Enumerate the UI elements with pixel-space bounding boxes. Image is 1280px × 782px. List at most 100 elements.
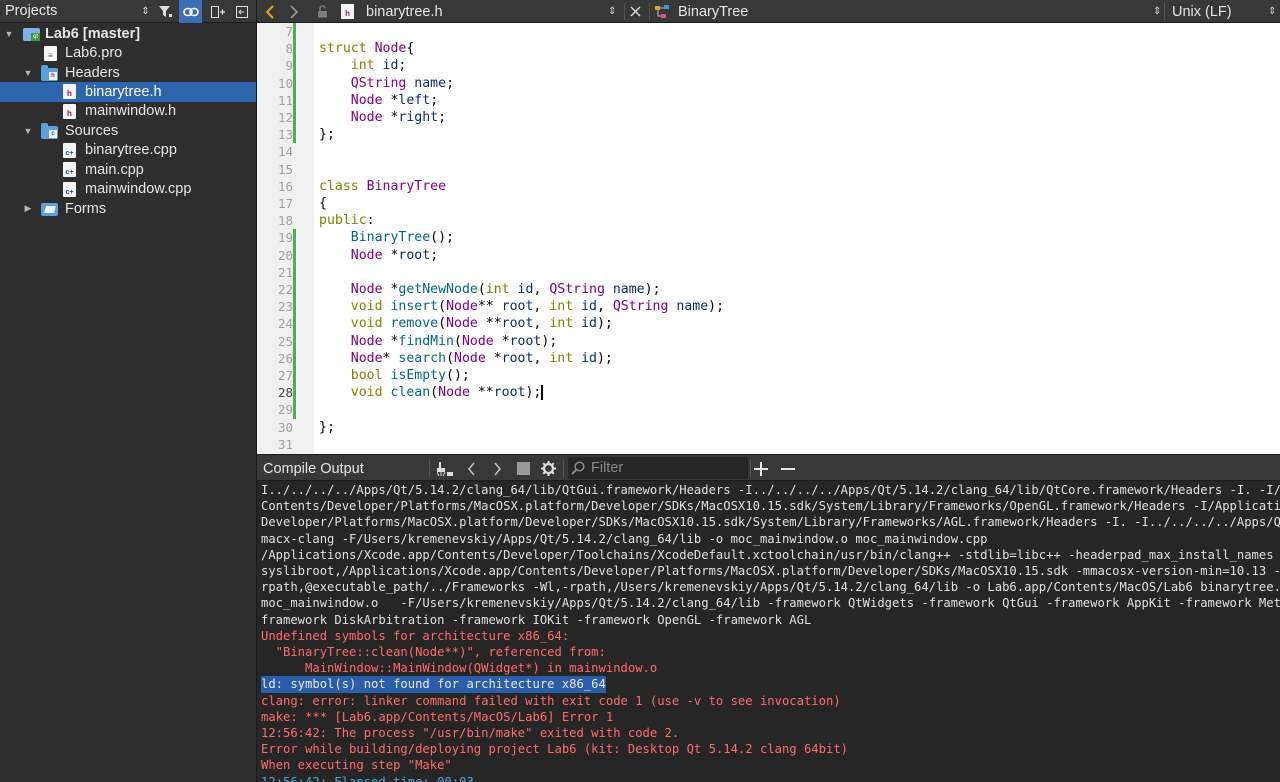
close-file-icon[interactable] bbox=[630, 0, 641, 23]
headers-folder-icon: h bbox=[41, 65, 58, 81]
line-number: 23 bbox=[277, 299, 293, 315]
line-number: 19 bbox=[277, 230, 293, 246]
code-line[interactable]: Node *right; bbox=[319, 109, 446, 126]
forward-arrow-icon[interactable] bbox=[289, 0, 299, 23]
code-line[interactable]: struct Node{ bbox=[319, 40, 414, 57]
back-arrow-icon[interactable] bbox=[265, 0, 275, 23]
current-file-name[interactable]: binarytree.h bbox=[366, 0, 443, 23]
code-line[interactable]: Node* search(Node *root, int id); bbox=[319, 350, 613, 367]
code-line[interactable]: Node *left; bbox=[319, 92, 438, 109]
cpp-file-icon: c+ bbox=[63, 142, 76, 158]
code-line[interactable]: }; bbox=[319, 126, 335, 143]
output-pane-title[interactable]: Compile Output bbox=[263, 455, 364, 482]
output-line[interactable]: syslibroot,/Applications/Xcode.app/Conte… bbox=[261, 563, 1280, 579]
tree-item-headers[interactable]: ▼ h Headers bbox=[0, 63, 256, 83]
pro-file-icon: ≡ bbox=[44, 45, 57, 61]
code-line[interactable]: BinaryTree(); bbox=[319, 229, 454, 246]
tree-item-mainwindow-h[interactable]: h mainwindow.h bbox=[0, 102, 256, 122]
code-line[interactable]: Node *root; bbox=[319, 247, 438, 264]
symbol-class-icon bbox=[655, 0, 671, 23]
code-line[interactable]: void clean(Node **root); bbox=[319, 384, 543, 401]
output-line[interactable]: /Applications/Xcode.app/Contents/Develop… bbox=[261, 547, 1280, 563]
code-line[interactable]: void insert(Node** root, int id, QString… bbox=[319, 298, 724, 315]
header-file-icon: h bbox=[63, 103, 76, 119]
tree-item-project-lab6[interactable]: ▼ Lab6 [master] bbox=[0, 24, 256, 44]
code-line[interactable]: class BinaryTree bbox=[319, 178, 446, 195]
code-line[interactable]: { bbox=[319, 195, 327, 212]
line-ending-selector[interactable]: Unix (LF) bbox=[1172, 0, 1232, 23]
split-view-icon[interactable] bbox=[206, 0, 229, 23]
link-with-editor-icon[interactable] bbox=[179, 0, 202, 23]
tree-item-sources[interactable]: ▼ c Sources bbox=[0, 121, 256, 141]
line-number: 25 bbox=[277, 333, 293, 349]
tree-item-binarytree-h[interactable]: h binarytree.h bbox=[0, 82, 256, 102]
tree-item-label: Lab6.pro bbox=[65, 45, 123, 62]
zoom-in-plus-icon[interactable] bbox=[754, 455, 768, 482]
code-line[interactable]: bool isEmpty(); bbox=[319, 367, 470, 384]
expand-right-icon[interactable]: ▶ bbox=[23, 203, 33, 214]
expand-down-icon[interactable]: ▼ bbox=[23, 126, 33, 136]
filter-input[interactable]: Filter bbox=[568, 457, 748, 479]
tree-item-label: Lab6 [master] bbox=[45, 25, 141, 42]
close-sidebar-icon[interactable] bbox=[230, 0, 253, 23]
tree-item-main-cpp[interactable]: c+ main.cpp bbox=[0, 160, 256, 180]
tree-item-lab6-pro[interactable]: ≡ Lab6.pro bbox=[0, 44, 256, 64]
code-line[interactable]: void remove(Node **root, int id); bbox=[319, 315, 613, 332]
output-error-line[interactable]: "BinaryTree::clean(Node**)", referenced … bbox=[261, 644, 606, 660]
code-line[interactable]: int id; bbox=[319, 57, 407, 74]
tree-item-mainwindow-cpp[interactable]: c+ mainwindow.cpp bbox=[0, 180, 256, 200]
zoom-out-minus-icon[interactable] bbox=[781, 455, 795, 482]
output-line[interactable]: I../../../../Apps/Qt/5.14.2/clang_64/lib… bbox=[261, 482, 1280, 498]
line-ending-dropdown-icon[interactable]: ⇕ bbox=[1268, 0, 1276, 23]
sidebar-title: Projects bbox=[5, 3, 58, 19]
current-symbol[interactable]: BinaryTree bbox=[678, 0, 748, 23]
code-editor[interactable]: 7 8 9 10 11 12 13 14 15 16 17 18 19 20 21 22 23 24 25 26 27 2… bbox=[257, 23, 1280, 454]
output-error-line[interactable]: ld: symbol(s) not found for architecture… bbox=[261, 676, 606, 693]
line-number: 12 bbox=[277, 110, 293, 125]
output-error-line[interactable]: Undefined symbols for architecture x86_6… bbox=[261, 628, 569, 644]
code-line[interactable]: QString name; bbox=[319, 75, 454, 92]
file-dropdown-icon[interactable]: ⇕ bbox=[608, 0, 616, 23]
output-line[interactable]: rpath,@executable_path/../Frameworks -Wl… bbox=[261, 579, 1280, 595]
output-line[interactable]: framework DiskArbitration -framework IOK… bbox=[261, 612, 811, 628]
filter-icon[interactable] bbox=[154, 0, 177, 23]
text-cursor bbox=[541, 384, 543, 400]
symbol-dropdown-icon[interactable]: ⇕ bbox=[1153, 0, 1161, 23]
output-line[interactable]: macx-clang -F/Users/kremenevskiy/Apps/Qt… bbox=[261, 531, 987, 547]
output-line[interactable]: moc_mainwindow.o -F/Users/kremenevskiy/A… bbox=[261, 595, 1280, 611]
tree-item-label: Headers bbox=[65, 64, 120, 81]
output-error-line[interactable]: MainWindow::MainWindow(QWidget*) in main… bbox=[261, 660, 657, 676]
code-line[interactable]: Node *findMin(Node *root); bbox=[319, 333, 558, 350]
header-file-icon: h bbox=[341, 0, 354, 23]
output-error-line[interactable]: Error while building/deploying project L… bbox=[261, 741, 848, 757]
settings-gear-icon[interactable] bbox=[541, 455, 556, 482]
code-line[interactable]: public: bbox=[319, 212, 375, 229]
code-line[interactable]: }; bbox=[319, 419, 335, 436]
output-error-line[interactable]: make: *** [Lab6.app/Contents/MacOS/Lab6]… bbox=[261, 709, 613, 725]
output-line[interactable]: 12:56:42: Elapsed time: 00:03. bbox=[261, 774, 481, 782]
tree-item-forms[interactable]: ▶ Forms bbox=[0, 199, 256, 219]
qt-project-icon bbox=[23, 28, 40, 41]
output-error-line[interactable]: When executing step "Make" bbox=[261, 757, 452, 773]
tree-item-binarytree-cpp[interactable]: c+ binarytree.cpp bbox=[0, 141, 256, 161]
line-number: 14 bbox=[277, 144, 293, 160]
line-number: 29 bbox=[277, 402, 293, 418]
code-line[interactable]: Node *getNewNode(int id, QString name); bbox=[319, 281, 661, 298]
next-item-icon[interactable] bbox=[493, 455, 502, 482]
expand-down-icon[interactable]: ▼ bbox=[23, 68, 33, 78]
line-number: 18 bbox=[277, 213, 293, 229]
line-number: 20 bbox=[277, 247, 293, 263]
stop-icon[interactable] bbox=[517, 455, 530, 482]
build-clean-icon[interactable] bbox=[437, 455, 453, 482]
header-file-icon: h bbox=[63, 84, 76, 99]
compile-output-text[interactable]: I../../../../Apps/Qt/5.14.2/clang_64/lib… bbox=[257, 481, 1280, 782]
lock-icon[interactable] bbox=[317, 0, 328, 23]
previous-item-icon[interactable] bbox=[467, 455, 476, 482]
output-pane-header: Compile Output Filter bbox=[257, 454, 1280, 481]
line-number-gutter: 7 8 9 10 11 12 13 14 15 16 17 18 19 20 21 22 23 24 25 26 27 2… bbox=[257, 23, 314, 454]
output-line[interactable]: Contents/Developer/Platforms/MacOSX.plat… bbox=[261, 498, 1280, 514]
output-line[interactable]: Developer/Platforms/MacOSX.platform/Deve… bbox=[261, 514, 1280, 530]
output-error-line[interactable]: clang: error: linker command failed with… bbox=[261, 693, 841, 709]
expand-down-icon[interactable]: ▼ bbox=[4, 29, 14, 39]
output-error-line[interactable]: 12:56:42: The process "/usr/bin/make" ex… bbox=[261, 725, 679, 741]
